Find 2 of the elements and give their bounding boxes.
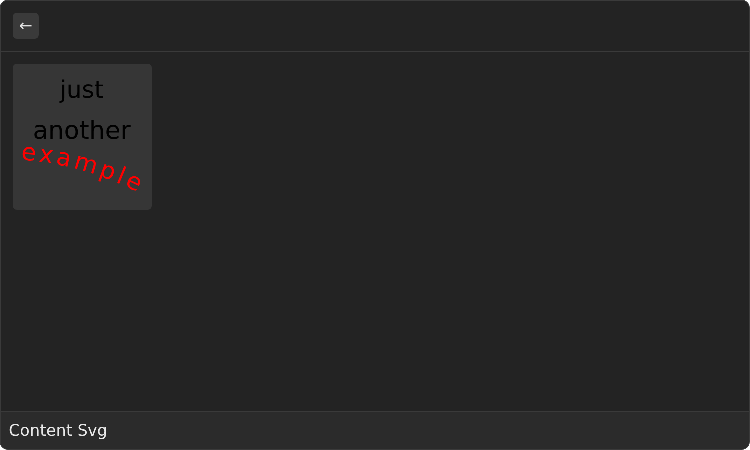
- status-title: Content Svg: [9, 420, 108, 442]
- back-button[interactable]: ←: [13, 13, 39, 39]
